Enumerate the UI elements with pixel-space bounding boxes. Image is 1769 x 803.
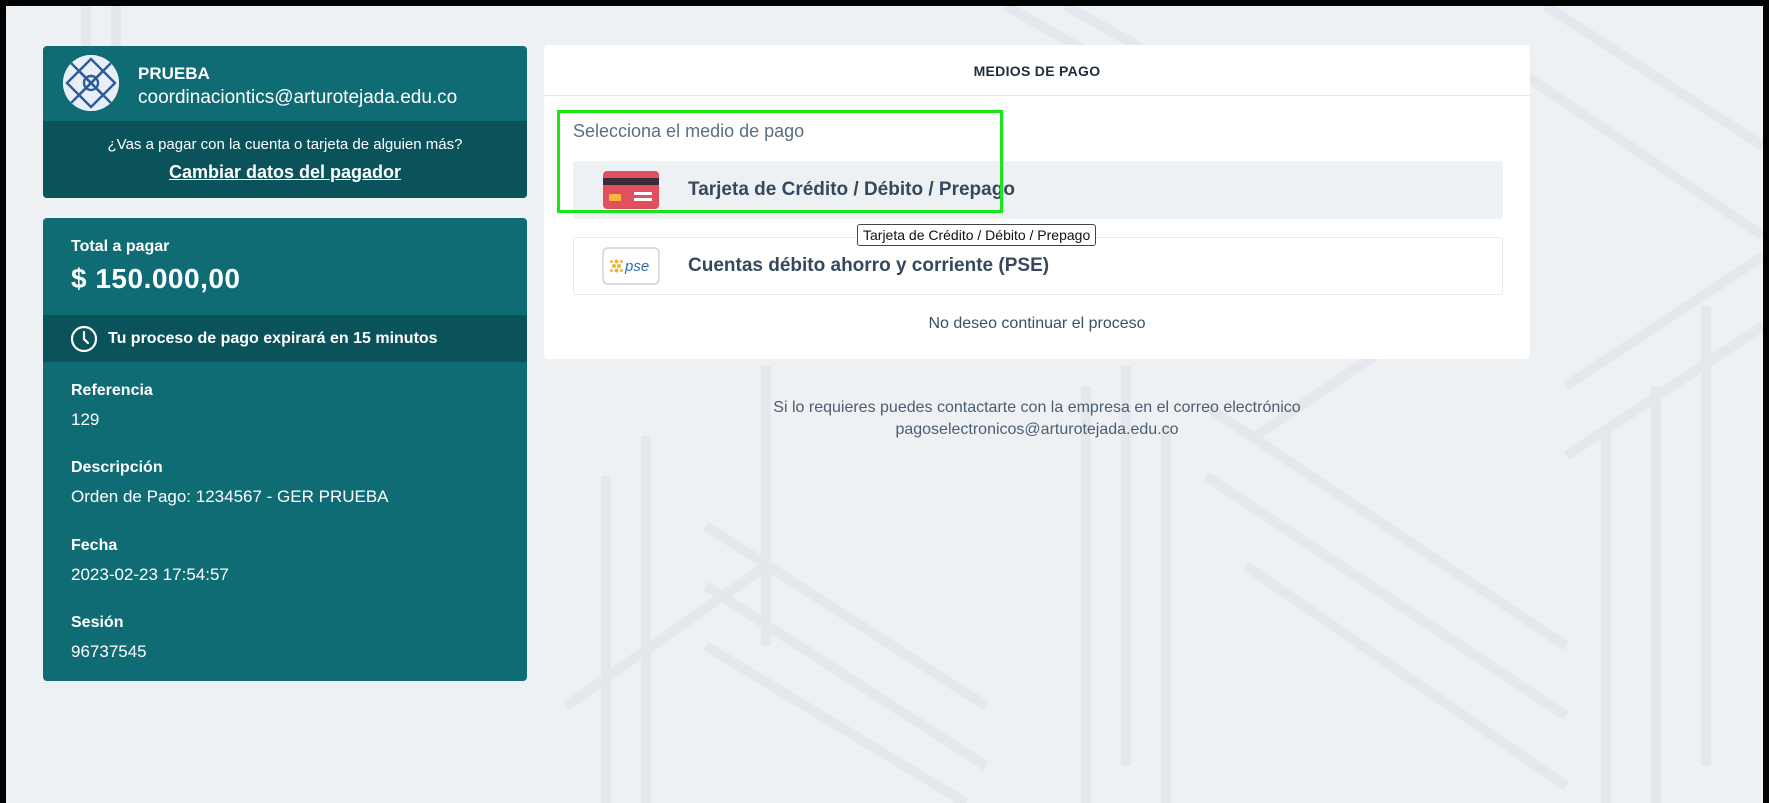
pse-option-label: Cuentas débito ahorro y corriente (PSE): [688, 255, 1050, 276]
expiration-text: Tu proceso de pago expirará en 15 minuto…: [108, 329, 438, 347]
payer-card: PRUEBA coordinaciontics@arturotejada.edu…: [43, 46, 527, 198]
cancel-process-link[interactable]: No deseo continuar el proceso: [544, 315, 1530, 333]
payment-methods-panel: MEDIOS DE PAGO Selecciona el medio de pa…: [544, 45, 1530, 359]
total-amount: $ 150.000,00: [71, 263, 241, 294]
credit-card-tooltip: Tarjeta de Crédito / Débito / Prepago: [857, 224, 1097, 246]
contact-text: Si lo requieres puedes contactarte con l…: [773, 399, 1301, 416]
payment-methods-title: MEDIOS DE PAGO: [544, 45, 1530, 96]
credit-card-option-label: Tarjeta de Crédito / Débito / Prepago: [688, 179, 1015, 200]
pse-logo-text: pse: [624, 258, 649, 275]
reference-value: 129: [71, 410, 100, 429]
date-value: 2023-02-23 17:54:57: [71, 565, 229, 584]
description-label: Descripción: [71, 459, 163, 476]
payer-header: PRUEBA coordinaciontics@arturotejada.edu…: [43, 46, 527, 121]
payer-question-text: ¿Vas a pagar con la cuenta o tarjeta de …: [107, 136, 463, 153]
payer-email: coordinaciontics@arturotejada.edu.co: [138, 87, 458, 108]
payer-change-section: ¿Vas a pagar con la cuenta o tarjeta de …: [43, 121, 527, 198]
payment-summary-card: Total a pagar $ 150.000,00 Tu proceso de…: [43, 218, 527, 681]
pse-logo-icon: pse: [602, 247, 660, 285]
session-value: 96737545: [71, 642, 147, 661]
total-label: Total a pagar: [71, 238, 170, 255]
select-method-prompt: Selecciona el medio de pago: [573, 121, 805, 141]
contact-email[interactable]: pagoselectronicos@arturotejada.edu.co: [544, 421, 1530, 439]
credit-card-icon: [603, 171, 659, 209]
payer-name: PRUEBA: [138, 64, 210, 83]
change-payer-link[interactable]: Cambiar datos del pagador: [43, 162, 527, 183]
expiration-banner: Tu proceso de pago expirará en 15 minuto…: [43, 315, 527, 362]
company-logo-icon: [63, 55, 119, 111]
clock-icon: [70, 325, 98, 352]
date-label: Fecha: [71, 537, 118, 554]
company-logo-avatar: [63, 55, 119, 111]
reference-label: Referencia: [71, 382, 153, 399]
credit-card-option[interactable]: Tarjeta de Crédito / Débito / Prepago: [573, 161, 1503, 219]
session-label: Sesión: [71, 614, 124, 631]
description-value: Orden de Pago: 1234567 - GER PRUEBA: [71, 487, 389, 506]
